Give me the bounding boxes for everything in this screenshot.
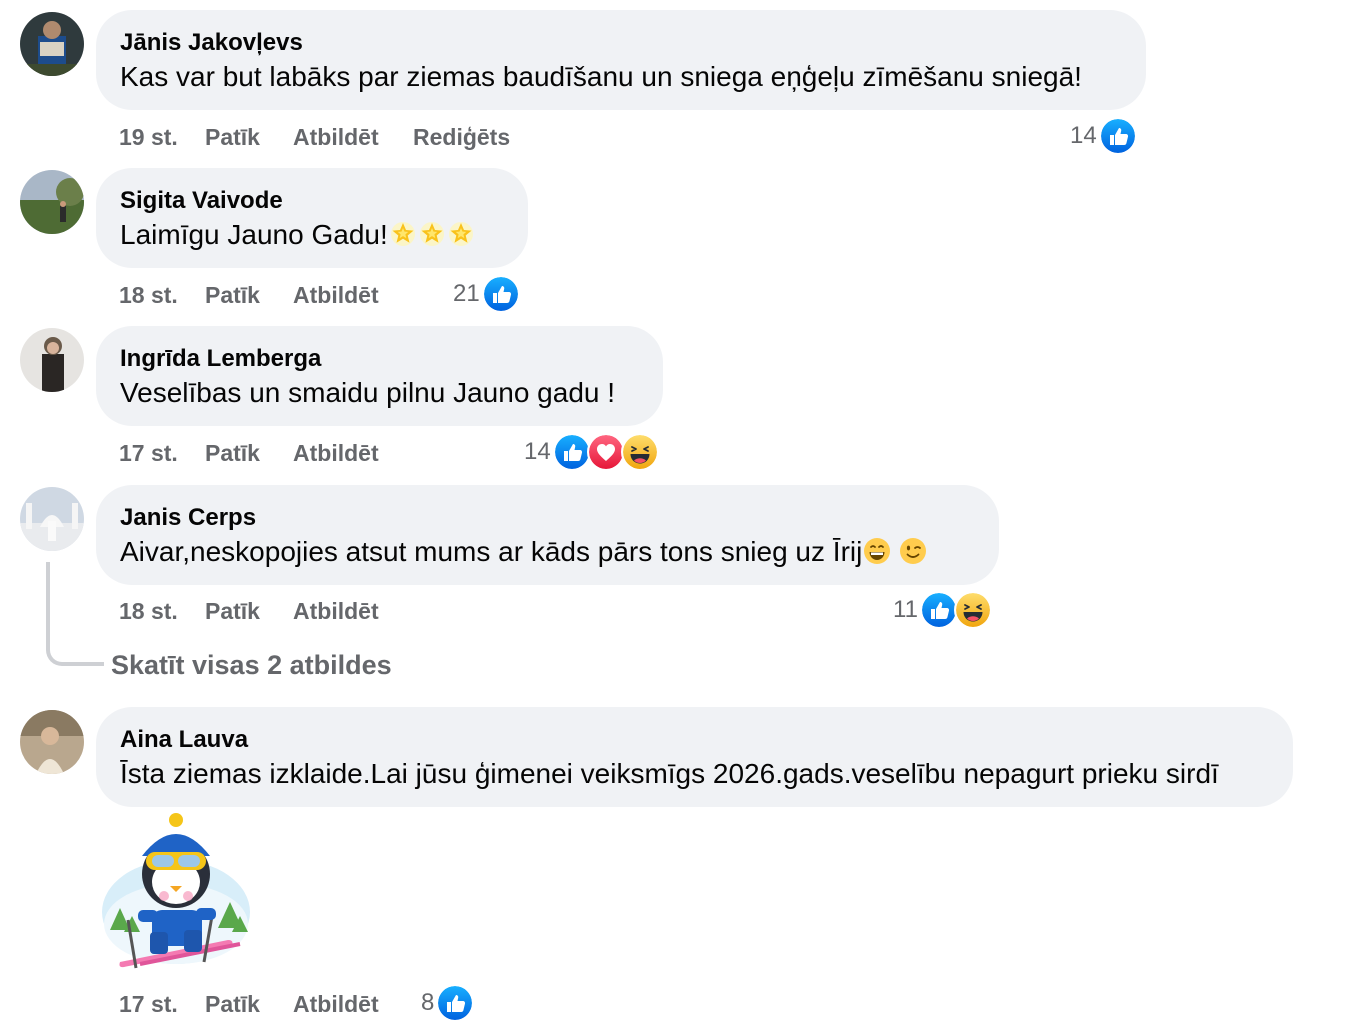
like-icon	[1098, 117, 1137, 155]
avatar[interactable]	[20, 170, 84, 234]
reaction-summary[interactable]: 11	[893, 591, 992, 629]
glowing-star-icon	[418, 220, 446, 248]
care-icon	[586, 433, 625, 471]
reaction-count: 11	[893, 596, 918, 623]
comment-bubble: Jānis Jakovļevs Kas var but labāks par z…	[96, 10, 1146, 110]
comment-author[interactable]: Aina Lauva	[120, 725, 1269, 755]
comment-text: Laimīgu Jauno Gadu!	[120, 217, 504, 253]
like-button[interactable]: Patīk	[205, 282, 293, 309]
comment-author[interactable]: Janis Cerps	[120, 503, 975, 533]
edited-label[interactable]: Rediģēts	[413, 124, 510, 151]
comment-text: Kas var but labāks par ziemas baudīšanu …	[120, 61, 1082, 92]
comment-bubble: Janis Cerps Aivar,neskopojies atsut mums…	[96, 485, 999, 585]
comment-text: Veselības un smaidu pilnu Jauno gadu !	[120, 377, 616, 408]
winking-face-icon	[899, 537, 927, 565]
avatar[interactable]	[20, 487, 84, 551]
comment-time[interactable]: 19 st.	[119, 124, 205, 151]
comment-time[interactable]: 18 st.	[119, 282, 205, 309]
comment-bubble: Sigita Vaivode Laimīgu Jauno Gadu!	[96, 168, 528, 268]
reply-button[interactable]: Atbildēt	[293, 440, 413, 467]
reply-button[interactable]: Atbildēt	[293, 991, 413, 1018]
comment-text: Īsta ziemas izklaide.Lai jūsu ģimenei ve…	[120, 758, 1219, 789]
comment-text-content: Aivar,neskopojies atsut mums ar kāds pār…	[120, 536, 863, 567]
comment-time[interactable]: 18 st.	[119, 598, 205, 625]
like-button[interactable]: Patīk	[205, 991, 293, 1018]
comment-actions: 17 st. Patīk Atbildēt	[119, 989, 413, 1019]
reaction-summary[interactable]: 21	[453, 275, 520, 313]
reaction-summary[interactable]: 8	[421, 984, 475, 1022]
reply-button[interactable]: Atbildēt	[293, 124, 413, 151]
like-button[interactable]: Patīk	[205, 440, 293, 467]
comment-actions: 19 st. Patīk Atbildēt Rediģēts	[119, 122, 510, 152]
reply-thread-line	[46, 562, 104, 666]
like-icon	[919, 591, 958, 629]
glowing-star-icon	[447, 220, 475, 248]
comment-text: Aivar,neskopojies atsut mums ar kāds pār…	[120, 534, 975, 570]
glowing-star-icon	[389, 220, 417, 248]
penguin-skier-sticker[interactable]	[100, 812, 252, 976]
comment-time[interactable]: 17 st.	[119, 440, 205, 467]
reaction-count: 14	[524, 438, 551, 465]
comment-actions: 17 st. Patīk Atbildēt	[119, 438, 413, 468]
comment-actions: 18 st. Patīk Atbildēt	[119, 280, 413, 310]
reaction-count: 14	[1070, 122, 1097, 149]
comment-author[interactable]: Jānis Jakovļevs	[120, 28, 1122, 58]
like-icon	[436, 984, 475, 1022]
like-icon	[481, 275, 520, 313]
reaction-summary[interactable]: 14	[524, 433, 659, 471]
comment-text-content: Laimīgu Jauno Gadu!	[120, 219, 388, 250]
haha-icon	[620, 433, 659, 471]
avatar[interactable]	[20, 12, 84, 76]
reaction-count: 8	[421, 989, 435, 1016]
reaction-count: 21	[453, 280, 480, 307]
view-replies-link[interactable]: Skatīt visas 2 atbildes	[111, 650, 392, 681]
reply-button[interactable]: Atbildēt	[293, 282, 413, 309]
like-button[interactable]: Patīk	[205, 598, 293, 625]
reply-button[interactable]: Atbildēt	[293, 598, 413, 625]
haha-icon	[953, 591, 992, 629]
like-icon	[552, 433, 591, 471]
reaction-summary[interactable]: 14	[1070, 117, 1137, 155]
avatar[interactable]	[20, 328, 84, 392]
avatar[interactable]	[20, 710, 84, 774]
comment-author[interactable]: Ingrīda Lemberga	[120, 344, 639, 374]
comment-bubble: Ingrīda Lemberga Veselības un smaidu pil…	[96, 326, 663, 426]
comment-author[interactable]: Sigita Vaivode	[120, 186, 504, 216]
comment-time[interactable]: 17 st.	[119, 991, 205, 1018]
like-button[interactable]: Patīk	[205, 124, 293, 151]
comment-bubble: Aina Lauva Īsta ziemas izklaide.Lai jūsu…	[96, 707, 1293, 807]
grinning-face-icon	[863, 537, 891, 565]
comment-actions: 18 st. Patīk Atbildēt	[119, 596, 413, 626]
